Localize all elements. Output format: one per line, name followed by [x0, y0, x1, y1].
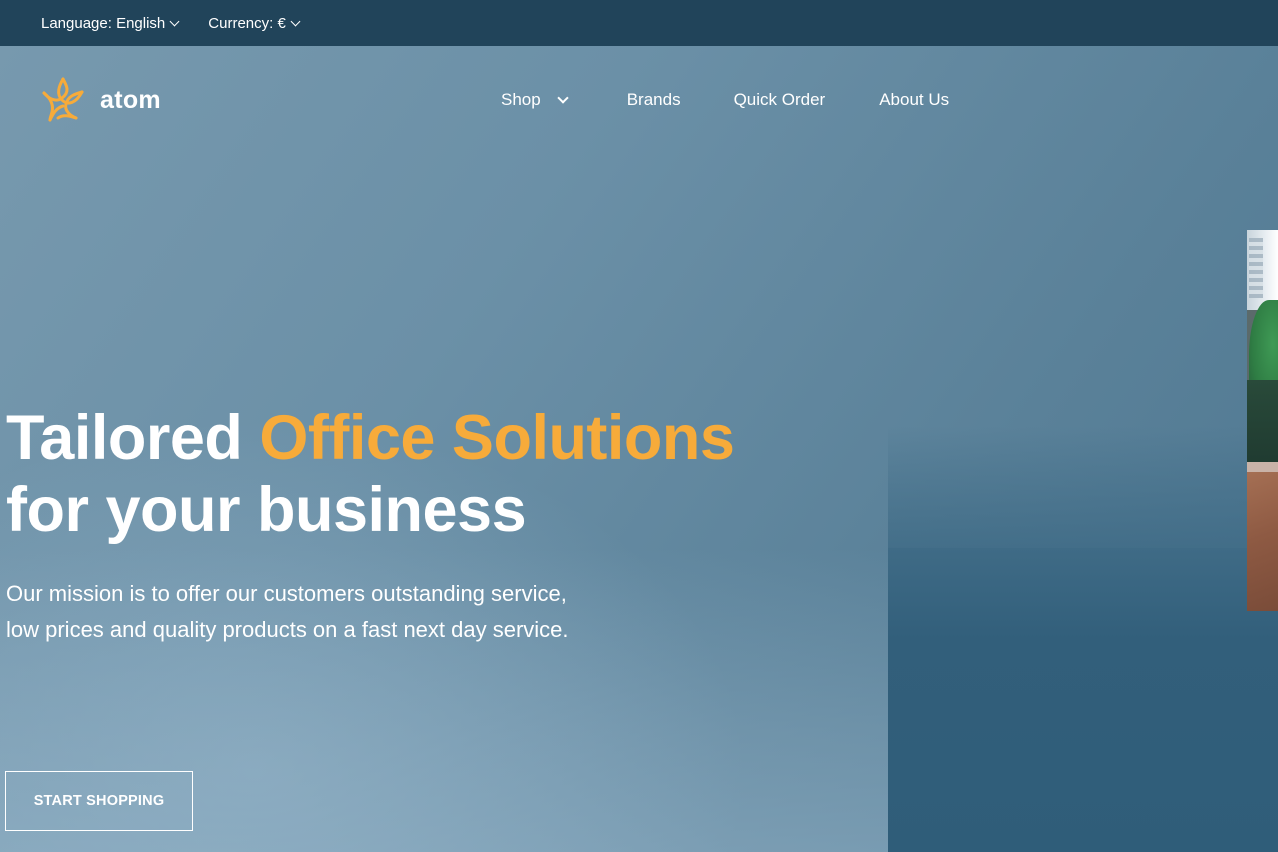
language-selector[interactable]: Language: English	[41, 14, 180, 32]
nav-item-label: About Us	[879, 90, 950, 109]
start-shopping-button[interactable]: START SHOPPING	[5, 771, 193, 831]
hero-title: Tailored Office Solutions for your busin…	[6, 402, 735, 546]
hero-photo	[1247, 230, 1278, 611]
chevron-down-icon	[557, 92, 569, 104]
chevron-down-icon	[290, 16, 301, 26]
hero-background-dark-fade	[888, 426, 1278, 556]
nav-item-quick-order[interactable]: Quick Order	[734, 90, 826, 110]
hero-title-accent: Office Solutions	[259, 403, 735, 473]
logo[interactable]: atom	[40, 76, 161, 124]
main-nav: Shop Brands Quick Order About Us	[501, 90, 949, 110]
nav-item-about-us[interactable]: About Us	[879, 90, 949, 110]
nav-item-label: Brands	[626, 90, 681, 109]
photo-window	[1247, 230, 1278, 310]
photo-plant-shadow	[1247, 380, 1278, 470]
nav-item-shop[interactable]: Shop	[501, 90, 569, 110]
chevron-down-icon	[169, 16, 180, 26]
top-bar: Language: English Currency: €	[0, 0, 1278, 46]
site-header: atom Shop Brands Quick Order About Us	[0, 46, 1278, 156]
nav-item-brands[interactable]: Brands	[627, 90, 681, 110]
language-label: Language: English	[41, 14, 166, 32]
hero-title-part2: for your business	[6, 475, 527, 545]
photo-plant-pot	[1247, 462, 1278, 611]
logo-text: atom	[100, 85, 161, 114]
atom-star-icon	[42, 77, 84, 122]
nav-item-label: Shop	[501, 90, 541, 109]
currency-label: Currency: €	[208, 14, 286, 32]
hero-background-dark-panel	[888, 548, 1278, 852]
hero-title-part1: Tailored	[6, 403, 260, 473]
hero-description: Our mission is to offer our customers ou…	[6, 581, 569, 642]
nav-item-label: Quick Order	[733, 90, 826, 109]
currency-selector[interactable]: Currency: €	[208, 14, 301, 32]
